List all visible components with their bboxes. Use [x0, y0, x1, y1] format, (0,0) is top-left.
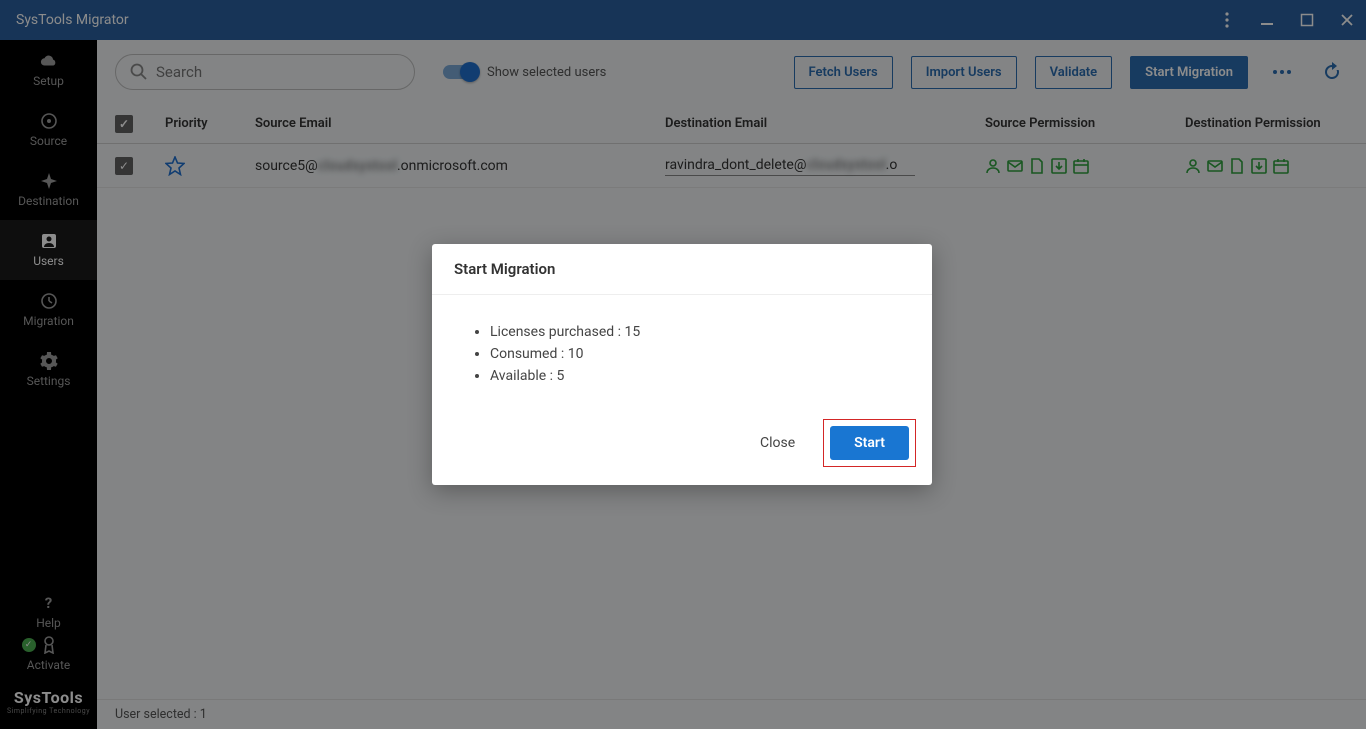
- dest-email-suffix: .o: [886, 157, 898, 173]
- mail-icon: [1007, 158, 1023, 174]
- sidebar: Setup Source Destination Users Migration…: [0, 40, 97, 729]
- import-users-button[interactable]: Import Users: [911, 56, 1017, 89]
- calendar-icon: [1073, 158, 1089, 174]
- app-title: SysTools Migrator: [12, 12, 129, 28]
- dest-email-prefix: ravindra_dont_delete@: [665, 157, 806, 173]
- kebab-icon[interactable]: [1220, 13, 1234, 27]
- sidebar-item-label: Source: [30, 134, 67, 148]
- source-email-suffix: .onmicrosoft.com: [397, 158, 508, 174]
- users-icon: [40, 232, 58, 250]
- active-status-icon: [22, 638, 36, 652]
- download-icon: [1251, 158, 1267, 174]
- close-button[interactable]: Close: [750, 427, 805, 459]
- gear-icon: [40, 352, 58, 370]
- file-icon: [1029, 158, 1045, 174]
- toggle-label: Show selected users: [487, 65, 606, 80]
- modal-title: Start Migration: [432, 244, 932, 295]
- sidebar-item-label: Activate: [27, 658, 71, 672]
- maximize-icon[interactable]: [1300, 13, 1314, 27]
- dest-email-redacted: cloudsystool: [806, 157, 885, 173]
- mail-icon: [1207, 158, 1223, 174]
- minimize-icon[interactable]: [1260, 13, 1274, 27]
- star-icon[interactable]: [165, 156, 255, 176]
- start-button-highlight: Start: [823, 419, 916, 467]
- user-selected-count: User selected : 1: [115, 707, 207, 722]
- modal-footer: Close Start: [432, 407, 932, 485]
- sidebar-item-activate[interactable]: Activate: [27, 634, 71, 674]
- file-icon: [1229, 158, 1245, 174]
- close-icon[interactable]: [1340, 13, 1354, 27]
- logo-subtitle: Simplifying Technology: [7, 707, 90, 715]
- start-button[interactable]: Start: [830, 426, 909, 460]
- show-selected-toggle[interactable]: [443, 65, 477, 79]
- window-controls: [1220, 13, 1354, 27]
- source-email-redacted: cloudsystool: [318, 158, 397, 174]
- sidebar-item-users[interactable]: Users: [0, 220, 97, 280]
- search-icon: [130, 63, 148, 81]
- sidebar-item-label: Migration: [23, 314, 74, 328]
- refresh-icon[interactable]: [1316, 62, 1348, 82]
- source-permission-icons: [985, 158, 1185, 174]
- start-migration-button[interactable]: Start Migration: [1130, 56, 1248, 89]
- col-source-email: Source Email: [255, 116, 665, 131]
- table-row: ✓ source5@cloudsystool.onmicrosoft.com r…: [97, 144, 1366, 188]
- logo-text: SysTools: [7, 682, 90, 707]
- dest-permission-icons: [1185, 158, 1345, 174]
- status-bar: User selected : 1: [97, 699, 1366, 729]
- calendar-icon: [1273, 158, 1289, 174]
- clock-icon: [40, 292, 58, 310]
- more-icon[interactable]: [1266, 69, 1298, 75]
- person-icon: [1185, 158, 1201, 174]
- col-source-perm: Source Permission: [985, 116, 1185, 131]
- sidebar-item-label: Users: [33, 254, 64, 268]
- cloud-icon: [40, 52, 58, 70]
- download-icon: [1051, 158, 1067, 174]
- sidebar-item-settings[interactable]: Settings: [0, 340, 97, 400]
- fetch-users-button[interactable]: Fetch Users: [794, 56, 893, 89]
- titlebar: SysTools Migrator: [0, 0, 1366, 40]
- sidebar-item-help[interactable]: ? Help: [36, 592, 61, 632]
- sidebar-item-source[interactable]: Source: [0, 100, 97, 160]
- sidebar-item-destination[interactable]: Destination: [0, 160, 97, 220]
- toolbar: Show selected users Fetch Users Import U…: [97, 40, 1366, 104]
- destination-icon: [40, 172, 58, 190]
- col-priority: Priority: [165, 116, 255, 131]
- search-input[interactable]: [156, 63, 400, 81]
- license-available-line: Available : 5: [490, 365, 902, 387]
- col-dest-perm: Destination Permission: [1185, 116, 1345, 131]
- sidebar-item-label: Destination: [18, 194, 79, 208]
- person-icon: [985, 158, 1001, 174]
- license-consumed-line: Consumed : 10: [490, 343, 902, 365]
- source-icon: [40, 112, 58, 130]
- table-header: ✓ Priority Source Email Destination Emai…: [97, 104, 1366, 144]
- license-purchased-line: Licenses purchased : 15: [490, 321, 902, 343]
- col-dest-email: Destination Email: [665, 116, 985, 131]
- start-migration-modal: Start Migration Licenses purchased : 15 …: [432, 244, 932, 485]
- validate-button[interactable]: Validate: [1035, 56, 1113, 89]
- source-email-prefix: source5@: [255, 158, 318, 174]
- sidebar-item-setup[interactable]: Setup: [0, 40, 97, 100]
- help-icon: ?: [40, 594, 58, 612]
- modal-body: Licenses purchased : 15 Consumed : 10 Av…: [432, 295, 932, 407]
- sidebar-item-label: Help: [36, 616, 61, 630]
- select-all-checkbox[interactable]: ✓: [115, 115, 133, 133]
- source-email-cell: source5@cloudsystool.onmicrosoft.com: [255, 158, 665, 174]
- sidebar-item-label: Settings: [27, 374, 71, 388]
- search-field[interactable]: [115, 54, 415, 90]
- sidebar-item-migration[interactable]: Migration: [0, 280, 97, 340]
- row-checkbox[interactable]: ✓: [115, 157, 133, 175]
- sidebar-item-label: Setup: [33, 74, 64, 88]
- destination-email-input[interactable]: ravindra_dont_delete@cloudsystool.o: [665, 155, 915, 176]
- badge-icon: [40, 636, 58, 654]
